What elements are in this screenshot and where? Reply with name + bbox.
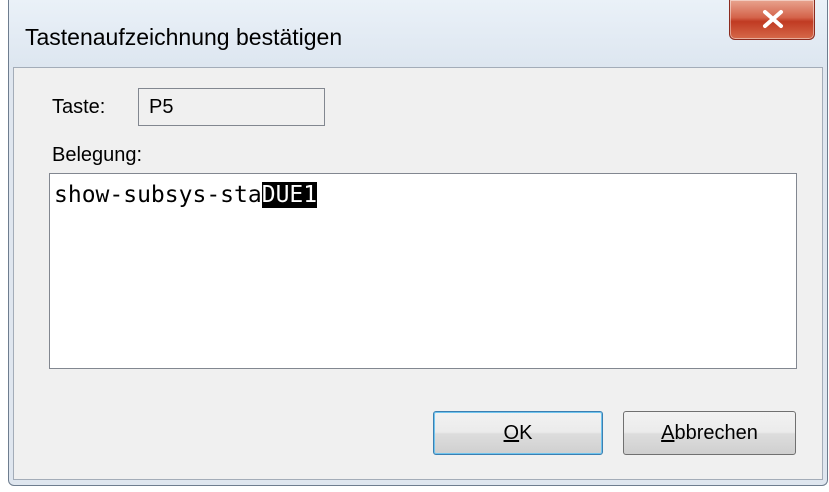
cancel-mnemonic: A [661,422,675,444]
window-title: Tastenaufzeichnung bestätigen [25,24,343,50]
close-x-icon [763,10,783,28]
dialog-window: Tastenaufzeichnung bestätigen Taste: P5 … [8,0,828,486]
belegung-textarea[interactable]: show-subsys-staDUE1 [49,173,797,369]
ok-button[interactable]: OK [433,411,603,455]
close-button[interactable] [729,0,815,40]
taste-label: Taste: [52,96,106,118]
cancel-label-rest: bbrechen [674,422,758,444]
belegung-selected-text: DUE1 [261,182,318,208]
title-bar[interactable]: Tastenaufzeichnung bestätigen [9,0,827,67]
ok-mnemonic: O [503,422,520,444]
belegung-text: show-subsys-sta [54,182,262,208]
belegung-label: Belegung: [52,144,143,166]
taste-field: P5 [138,88,325,126]
ok-label-rest: K [519,422,533,444]
cancel-button[interactable]: Abbrechen [623,411,796,455]
dialog-client-area: Taste: P5 Belegung: show-subsys-staDUE1 … [13,67,823,480]
